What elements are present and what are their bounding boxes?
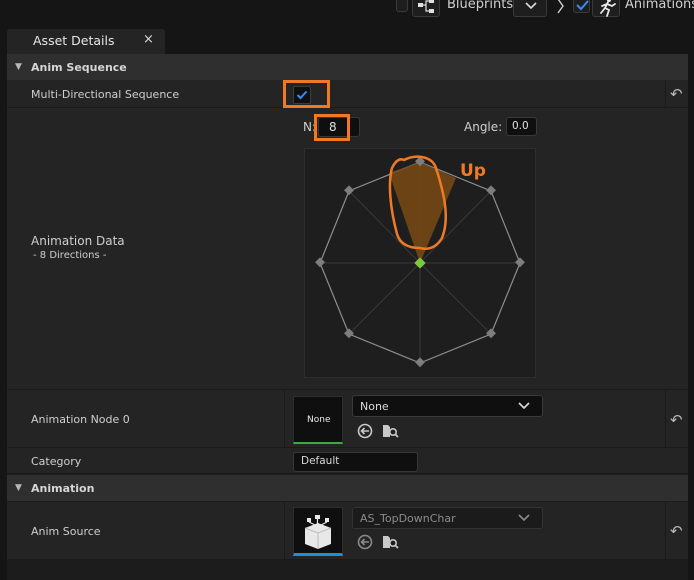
highlight-n-annotation [314,114,350,141]
check-icon [576,0,589,11]
scrollbar[interactable] [688,54,694,580]
reset-column-divider [665,390,666,448]
property-label-animation-data: Animation Data [31,234,125,248]
reset-to-default-icon[interactable]: ↶ [670,411,683,429]
property-sublabel-directions: - 8 Directions - [33,250,107,261]
blueprint-graph-icon [418,0,434,13]
section-header-animation[interactable] [7,475,688,501]
use-selected-asset-icon[interactable] [356,533,374,551]
reset-column-divider [665,502,666,560]
thumbnail-none-text: None [307,415,331,425]
property-label-anim-source: Anim Source [31,525,101,538]
angle-value: 0.0 [512,120,529,132]
blueprints-toggle-button[interactable] [412,0,440,17]
direction-octagon-graph[interactable] [304,148,536,378]
blueprints-label: Blueprints [447,0,514,12]
running-man-icon [600,0,616,17]
close-icon[interactable]: × [143,32,154,47]
animation-node-value: None [360,400,389,413]
anim-source-value: AS_TopDownChar [360,512,456,525]
angle-label: Angle: [464,120,503,134]
column-divider [284,502,285,560]
animations-label: Animations [625,0,694,12]
browse-asset-icon[interactable] [381,533,399,551]
chevron-down-icon [525,2,537,10]
blueprints-dropdown-button[interactable] [513,0,547,17]
reset-to-default-icon[interactable]: ↶ [670,522,683,540]
breadcrumb-arrow-icon [557,0,564,14]
reset-to-default-icon[interactable]: ↶ [670,85,683,103]
use-selected-asset-icon[interactable] [356,422,374,440]
highlight-checkbox-annotation [283,80,330,108]
category-value: Default [301,455,340,467]
collapse-arrow-icon[interactable]: ▼ [15,62,22,72]
property-label-multi-directional: Multi-Directional Sequence [31,88,180,101]
section-title-animation: Animation [31,482,95,495]
anim-asset-box-icon [304,515,332,549]
chevron-down-icon [518,514,530,522]
browse-asset-icon[interactable] [381,422,399,440]
chevron-down-icon [518,402,530,410]
toolbar-checkbox-blueprints[interactable] [396,0,408,12]
property-label-category: Category [31,455,82,468]
collapse-arrow-icon[interactable]: ▼ [15,483,22,493]
toolbar-checkbox-animations[interactable] [573,0,590,13]
property-label-animation-node: Animation Node 0 [31,413,130,426]
tab-asset-details-label: Asset Details [33,33,115,48]
annotation-up-label: Up [460,161,486,181]
animations-toggle-button[interactable] [592,0,620,17]
property-row-anim-source [7,502,688,560]
section-title-anim-sequence: Anim Sequence [31,61,127,74]
